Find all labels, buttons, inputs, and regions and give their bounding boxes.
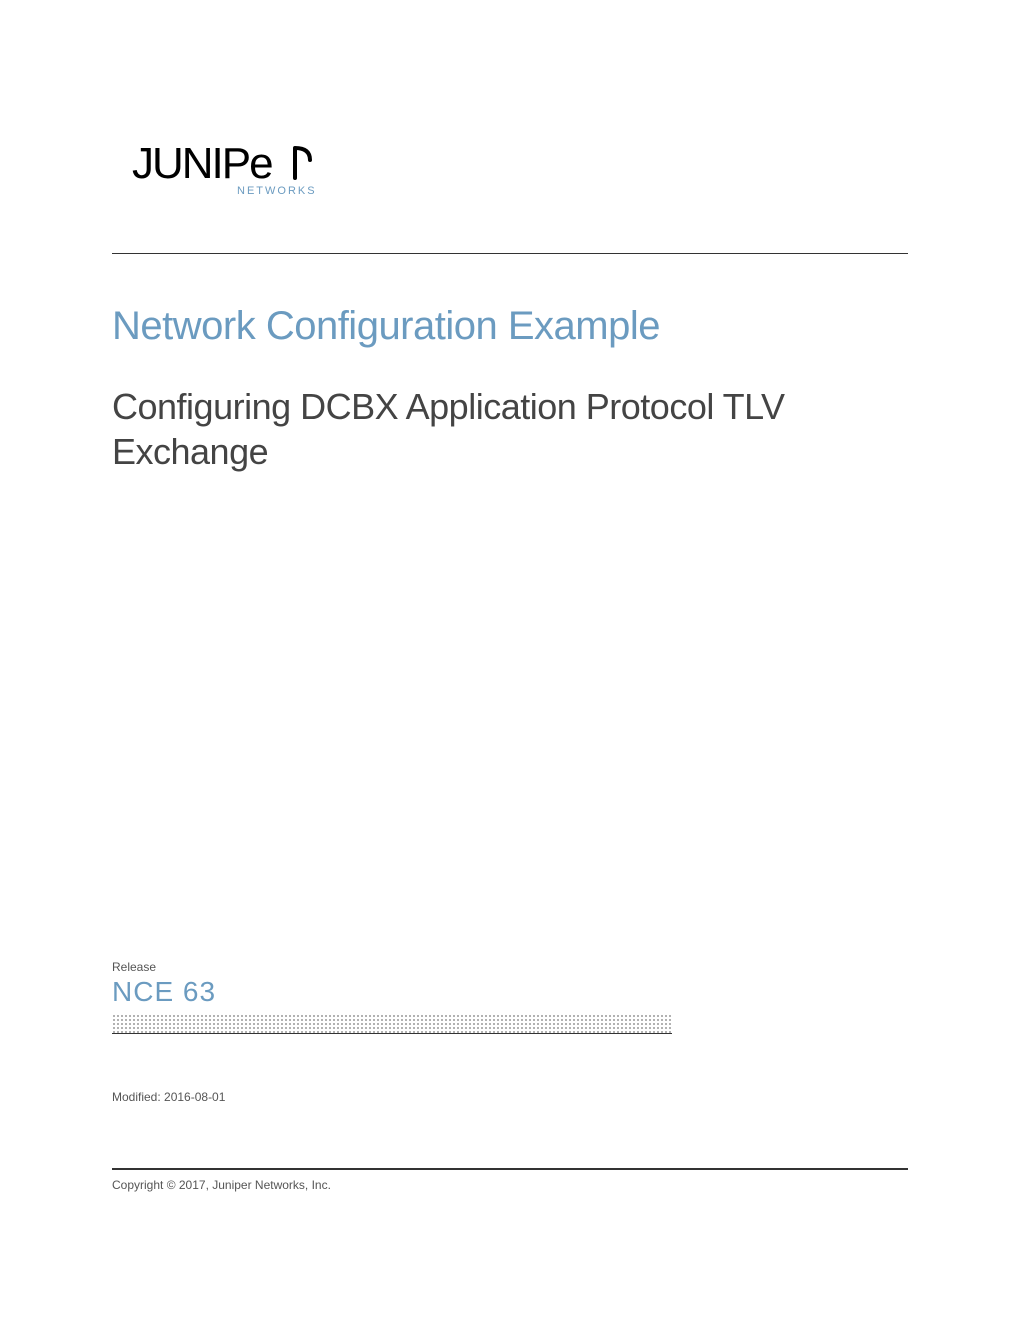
modified-date: Modified: 2016-08-01 (112, 1090, 225, 1104)
category-title: Network Configuration Example (112, 304, 908, 349)
document-page: JUNIPe NETWORKS Network Configuration Ex… (0, 0, 1020, 1320)
release-label: Release (112, 960, 672, 974)
juniper-logo-icon: JUNIPe NETWORKS (132, 140, 322, 198)
svg-text:NETWORKS: NETWORKS (237, 185, 317, 197)
document-title: Configuring DCBX Application Protocol TL… (112, 384, 908, 474)
footer-divider (112, 1168, 908, 1170)
dotted-decoration (112, 1014, 672, 1034)
release-block: Release NCE 63 (112, 960, 672, 1034)
top-divider (112, 253, 908, 254)
copyright-notice: Copyright © 2017, Juniper Networks, Inc. (112, 1178, 331, 1192)
logo: JUNIPe NETWORKS (132, 140, 908, 203)
svg-text:JUNIPe: JUNIPe (132, 140, 272, 188)
release-version: NCE 63 (112, 976, 672, 1008)
